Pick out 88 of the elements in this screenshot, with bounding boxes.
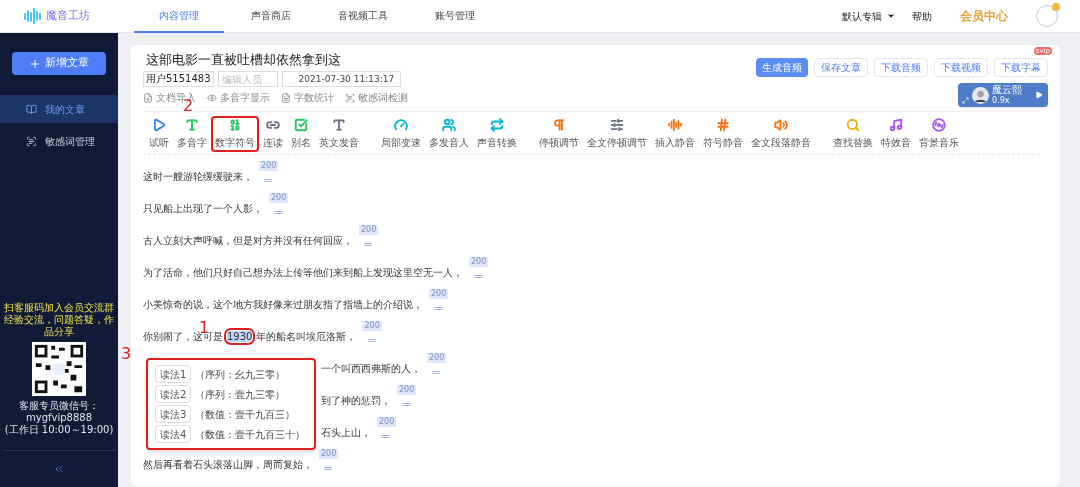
reading-button[interactable]: 读法3 [155, 405, 192, 423]
play-icon[interactable] [1035, 91, 1043, 99]
qr-code-icon [32, 342, 86, 396]
pause-mark-icon [402, 403, 411, 406]
voice-card[interactable]: 魔云熙 0.9x [958, 83, 1048, 107]
pause-mark-icon [264, 179, 273, 182]
reading-description: （数值：壹千九百三十） [195, 427, 306, 442]
text-line[interactable]: 只见船上出现了一个人影， [143, 201, 263, 217]
scan-icon [345, 92, 355, 103]
toolbar-button[interactable]: 背景音乐 [915, 116, 963, 152]
reading-button[interactable]: 读法1 [155, 365, 192, 383]
promo-text: 扫客服码加入会员交流群 [4, 302, 114, 314]
pause-mark-icon [364, 243, 373, 246]
toolbar-button[interactable]: 全文段落静音 [747, 116, 815, 152]
scan-icon [26, 135, 37, 147]
sidebar-item[interactable]: 敏感词管理 [0, 127, 118, 155]
voice-name: 魔云熙 [992, 84, 1022, 95]
action-button[interactable]: 下载音频 [874, 58, 928, 77]
utility-button[interactable]: 敏感词检测 [345, 90, 408, 105]
toolbar-button[interactable]: 数字符号 [211, 116, 259, 152]
toolbar-button[interactable]: 停顿调节 [535, 116, 583, 152]
promo-text: 经验交流，问题答疑，作品分享 [3, 314, 115, 338]
help-link[interactable]: 帮助 [912, 8, 932, 24]
logo-text: 魔音工坊 [46, 7, 90, 24]
nav-tab[interactable]: 音视频工具 [318, 0, 408, 33]
logo-icon [24, 8, 42, 24]
toolbar-button[interactable]: 试听 [145, 116, 173, 152]
reading-button[interactable]: 读法2 [155, 385, 192, 403]
contact-text: (工作日 10:00～19:00) [4, 424, 114, 436]
download-icon [143, 92, 153, 103]
text-line[interactable]: 石头上山， [321, 425, 371, 441]
utility-button[interactable]: 多音字显示 [207, 90, 270, 105]
document-icon [281, 92, 291, 103]
text-line[interactable]: 这时一艘游轮缓缓驶来， [143, 169, 253, 185]
plus-icon [29, 57, 41, 70]
contact-text: 客服专员微信号： [19, 400, 99, 412]
book-icon [26, 103, 37, 115]
caret-icon [886, 11, 896, 21]
eye-icon [207, 92, 217, 103]
toolbar-button[interactable]: 符号静音 [699, 116, 747, 152]
text-line[interactable]: 到了神的惩罚， [321, 393, 391, 409]
sidebar-item[interactable]: 我的文章 [0, 95, 118, 123]
avatar-icon [972, 86, 989, 104]
text-line[interactable]: 小美惊奇的说，这个地方我好像来过朋友指了指墙上的介绍说， [143, 297, 423, 313]
pause-mark-icon [474, 275, 483, 278]
pause-mark-icon [382, 435, 391, 438]
reading-button[interactable]: 读法4 [155, 425, 192, 443]
toolbar-button[interactable]: 局部变速 [377, 116, 425, 152]
text-line[interactable]: 为了活命，他们只好自己想办法上传等他们来到船上发现这里空无一人， [143, 265, 463, 281]
editor-field[interactable]: 编辑人员 [217, 71, 278, 87]
toolbar-button[interactable]: 查找替换 [829, 116, 877, 152]
text-line[interactable]: 一个叫西西弗斯的人， [321, 361, 421, 377]
article-title: 这部电影一直被吐槽却依然拿到这 [145, 51, 342, 69]
pause-mark-icon [324, 467, 333, 470]
author-field[interactable]: 用户5151483 [143, 71, 214, 87]
nav-tab[interactable]: 账号管理 [410, 0, 500, 33]
collapse-icon[interactable] [53, 463, 65, 475]
pause-mark-icon [434, 307, 443, 310]
toolbar-button[interactable]: 多音字 [173, 116, 211, 152]
toolbar-button[interactable]: 插入静音 [651, 116, 699, 152]
new-article-button[interactable]: 新增文章 [12, 52, 106, 75]
toolbar-button[interactable]: 英文发音 [315, 116, 363, 152]
toolbar-button[interactable]: 连读 [259, 116, 287, 152]
annotation-number: 3 [121, 345, 132, 363]
expand-icon[interactable] [962, 97, 969, 104]
reading-description: （数值：壹千九百三） [195, 407, 296, 422]
nav-tab[interactable]: 内容管理 [134, 0, 224, 33]
datetime-field[interactable]: 2021-07-30 11:13:17 [281, 71, 402, 87]
pause-mark-icon [432, 371, 441, 374]
reading-description: （序列：幺九三零） [195, 367, 286, 382]
text-line[interactable]: 然后再看着石头滚落山脚，周而复始， [143, 457, 313, 473]
action-button[interactable]: 下载字幕 [994, 58, 1048, 77]
nav-tab[interactable]: 声音商店 [226, 0, 316, 33]
pause-mark-icon [274, 211, 283, 214]
text-line[interactable]: 古人立刻大声呼喊，但是对方并没有任何回应， [143, 233, 353, 249]
toolbar-button[interactable]: 声音转换 [473, 116, 521, 152]
utility-button[interactable]: 字数统计 [281, 90, 334, 105]
toolbar-button[interactable]: 全文停顿调节 [583, 116, 651, 152]
album-dropdown[interactable]: 默认专辑 [842, 8, 896, 24]
contact-text: mygfvip8888 [26, 412, 92, 424]
toolbar-button[interactable]: 别名 [287, 116, 315, 152]
pause-mark-icon [367, 339, 376, 342]
action-button[interactable]: 下载视频 [934, 58, 988, 77]
voice-speed: 0.9x [992, 95, 1011, 106]
toolbar-button[interactable]: 特效音 [877, 116, 915, 152]
toolbar-button[interactable]: 多发音人 [425, 116, 473, 152]
reading-description: （序列：壹九三零） [195, 387, 286, 402]
action-button[interactable]: 保存文章 [814, 58, 868, 77]
